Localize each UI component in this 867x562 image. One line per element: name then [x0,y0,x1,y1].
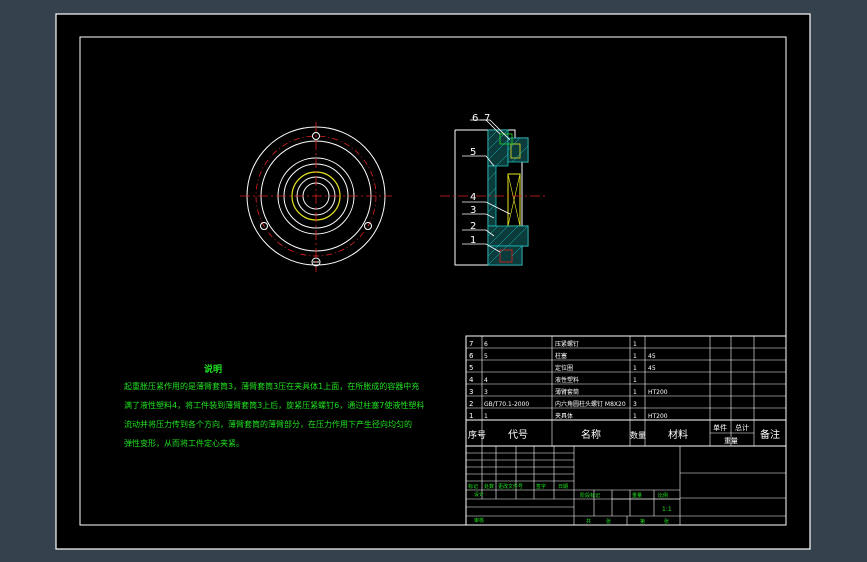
callout-1: 1 [470,235,476,246]
callout-7: 7 [484,113,490,124]
bom-cell-material: 45 [648,353,656,360]
bom-cell-seq: 7 [469,340,473,348]
callout-6: 6 [472,113,478,124]
bom-cell-qty: 1 [633,341,637,348]
bom-cell-code: 6 [484,341,488,348]
tb-stage-mark: 阶段标记 [580,492,600,499]
bom-cell-code: 4 [484,377,488,384]
callout-5: 5 [470,147,476,158]
bom-cell-seq: 4 [469,376,474,384]
bom-cell-seq: 3 [469,388,473,396]
tb-scale: 1:1 [662,506,672,513]
tb-change-doc: 更改文件号 [498,483,523,490]
bom-cell-seq: 2 [469,400,473,408]
bom-cell-name: 液性塑料 [555,376,579,384]
bom-cell-qty: 1 [633,377,637,384]
tb-weight: 重量 [632,492,642,499]
tb-sheet-unit-1: 张 [606,518,611,525]
bom-cell-qty: 1 [633,353,637,360]
bom-cell-name: 压紧螺钉 [555,340,579,348]
tb-mark: 标记 [468,483,478,490]
tb-sheet-unit-2: 张 [664,518,669,525]
bom-cell-code: GB/T70.1-2000 [484,401,529,408]
tb-zone: 处数 [484,483,494,490]
bom-cell-qty: 1 [633,365,637,372]
bom-cell-code: 5 [484,353,488,360]
bom-cell-material: HT200 [648,389,668,396]
bom-cell-seq: 1 [469,412,473,420]
notes-line-2: 满了液性塑料4，将工件装到薄臂套筒3上后，旋紧压紧螺钉6，通过柱塞7使液性塑料 [124,400,424,410]
tb-review: 审核 [474,517,484,524]
bom-cell-name: 薄臂套筒 [555,388,579,396]
bom-cell-seq: 6 [469,352,474,360]
bom-cell-name: 柱塞 [555,352,567,360]
tb-scale-label: 比例 [658,492,668,499]
bom-cell-code: 1 [484,413,488,420]
bom-cell-qty: 3 [633,401,637,408]
bom-header-seq: 序号 [468,429,486,441]
bom-cell-material: HT200 [648,413,668,420]
bom-header-name: 名称 [581,428,601,441]
bom-cell-seq: 5 [469,364,473,372]
bom-cell-qty: 1 [633,413,637,420]
bom-header-weight: 重量 [724,437,738,445]
tb-design: 设计 [474,491,484,498]
cad-drawing-canvas[interactable]: 6 7 5 4 3 2 1 说明 起重胀压紧作用的是薄臂套筒3，薄臂套筒3压在夹… [0,0,867,562]
bom-cell-name: 定位圈 [555,364,573,372]
bom-header-material: 材料 [668,428,688,441]
tb-signature: 签字 [536,483,546,490]
tb-sheet: 第 [640,518,645,525]
notes-title: 说明 [204,363,222,375]
bom-cell-name: 内六角圆柱头螺钉 M8X20 [555,400,626,408]
bom-cell-qty: 1 [633,389,637,396]
bom-header-remark: 备注 [760,428,780,441]
bom-header-unit-weight: 单件 [713,423,727,432]
callout-2: 2 [470,221,476,232]
tb-date: 日期 [558,484,568,490]
callout-3: 3 [470,205,476,216]
notes-line-4: 弹性变形，从而将工件定心夹紧。 [124,438,244,448]
bom-cell-code: 3 [484,389,488,396]
notes-line-3: 流动并将压力传到各个方向，薄臂套筒的薄臂部分，在压力作用下产生径向均匀的 [124,419,412,429]
bom-cell-name: 夹具体 [555,412,573,420]
bom-header-code: 代号 [508,429,528,441]
callout-4: 4 [470,192,476,203]
bom-cell-material: 45 [648,365,656,372]
notes-line-1: 起重胀压紧作用的是薄臂套筒3，薄臂套筒3压在夹具体1上面，在所胀成的容器中充 [124,381,419,391]
bom-header-total-weight: 总计 [735,423,749,432]
tb-sheets: 共 [586,518,591,525]
bom-header-qty: 数量 [630,430,646,440]
drawing-sheet [55,13,811,550]
